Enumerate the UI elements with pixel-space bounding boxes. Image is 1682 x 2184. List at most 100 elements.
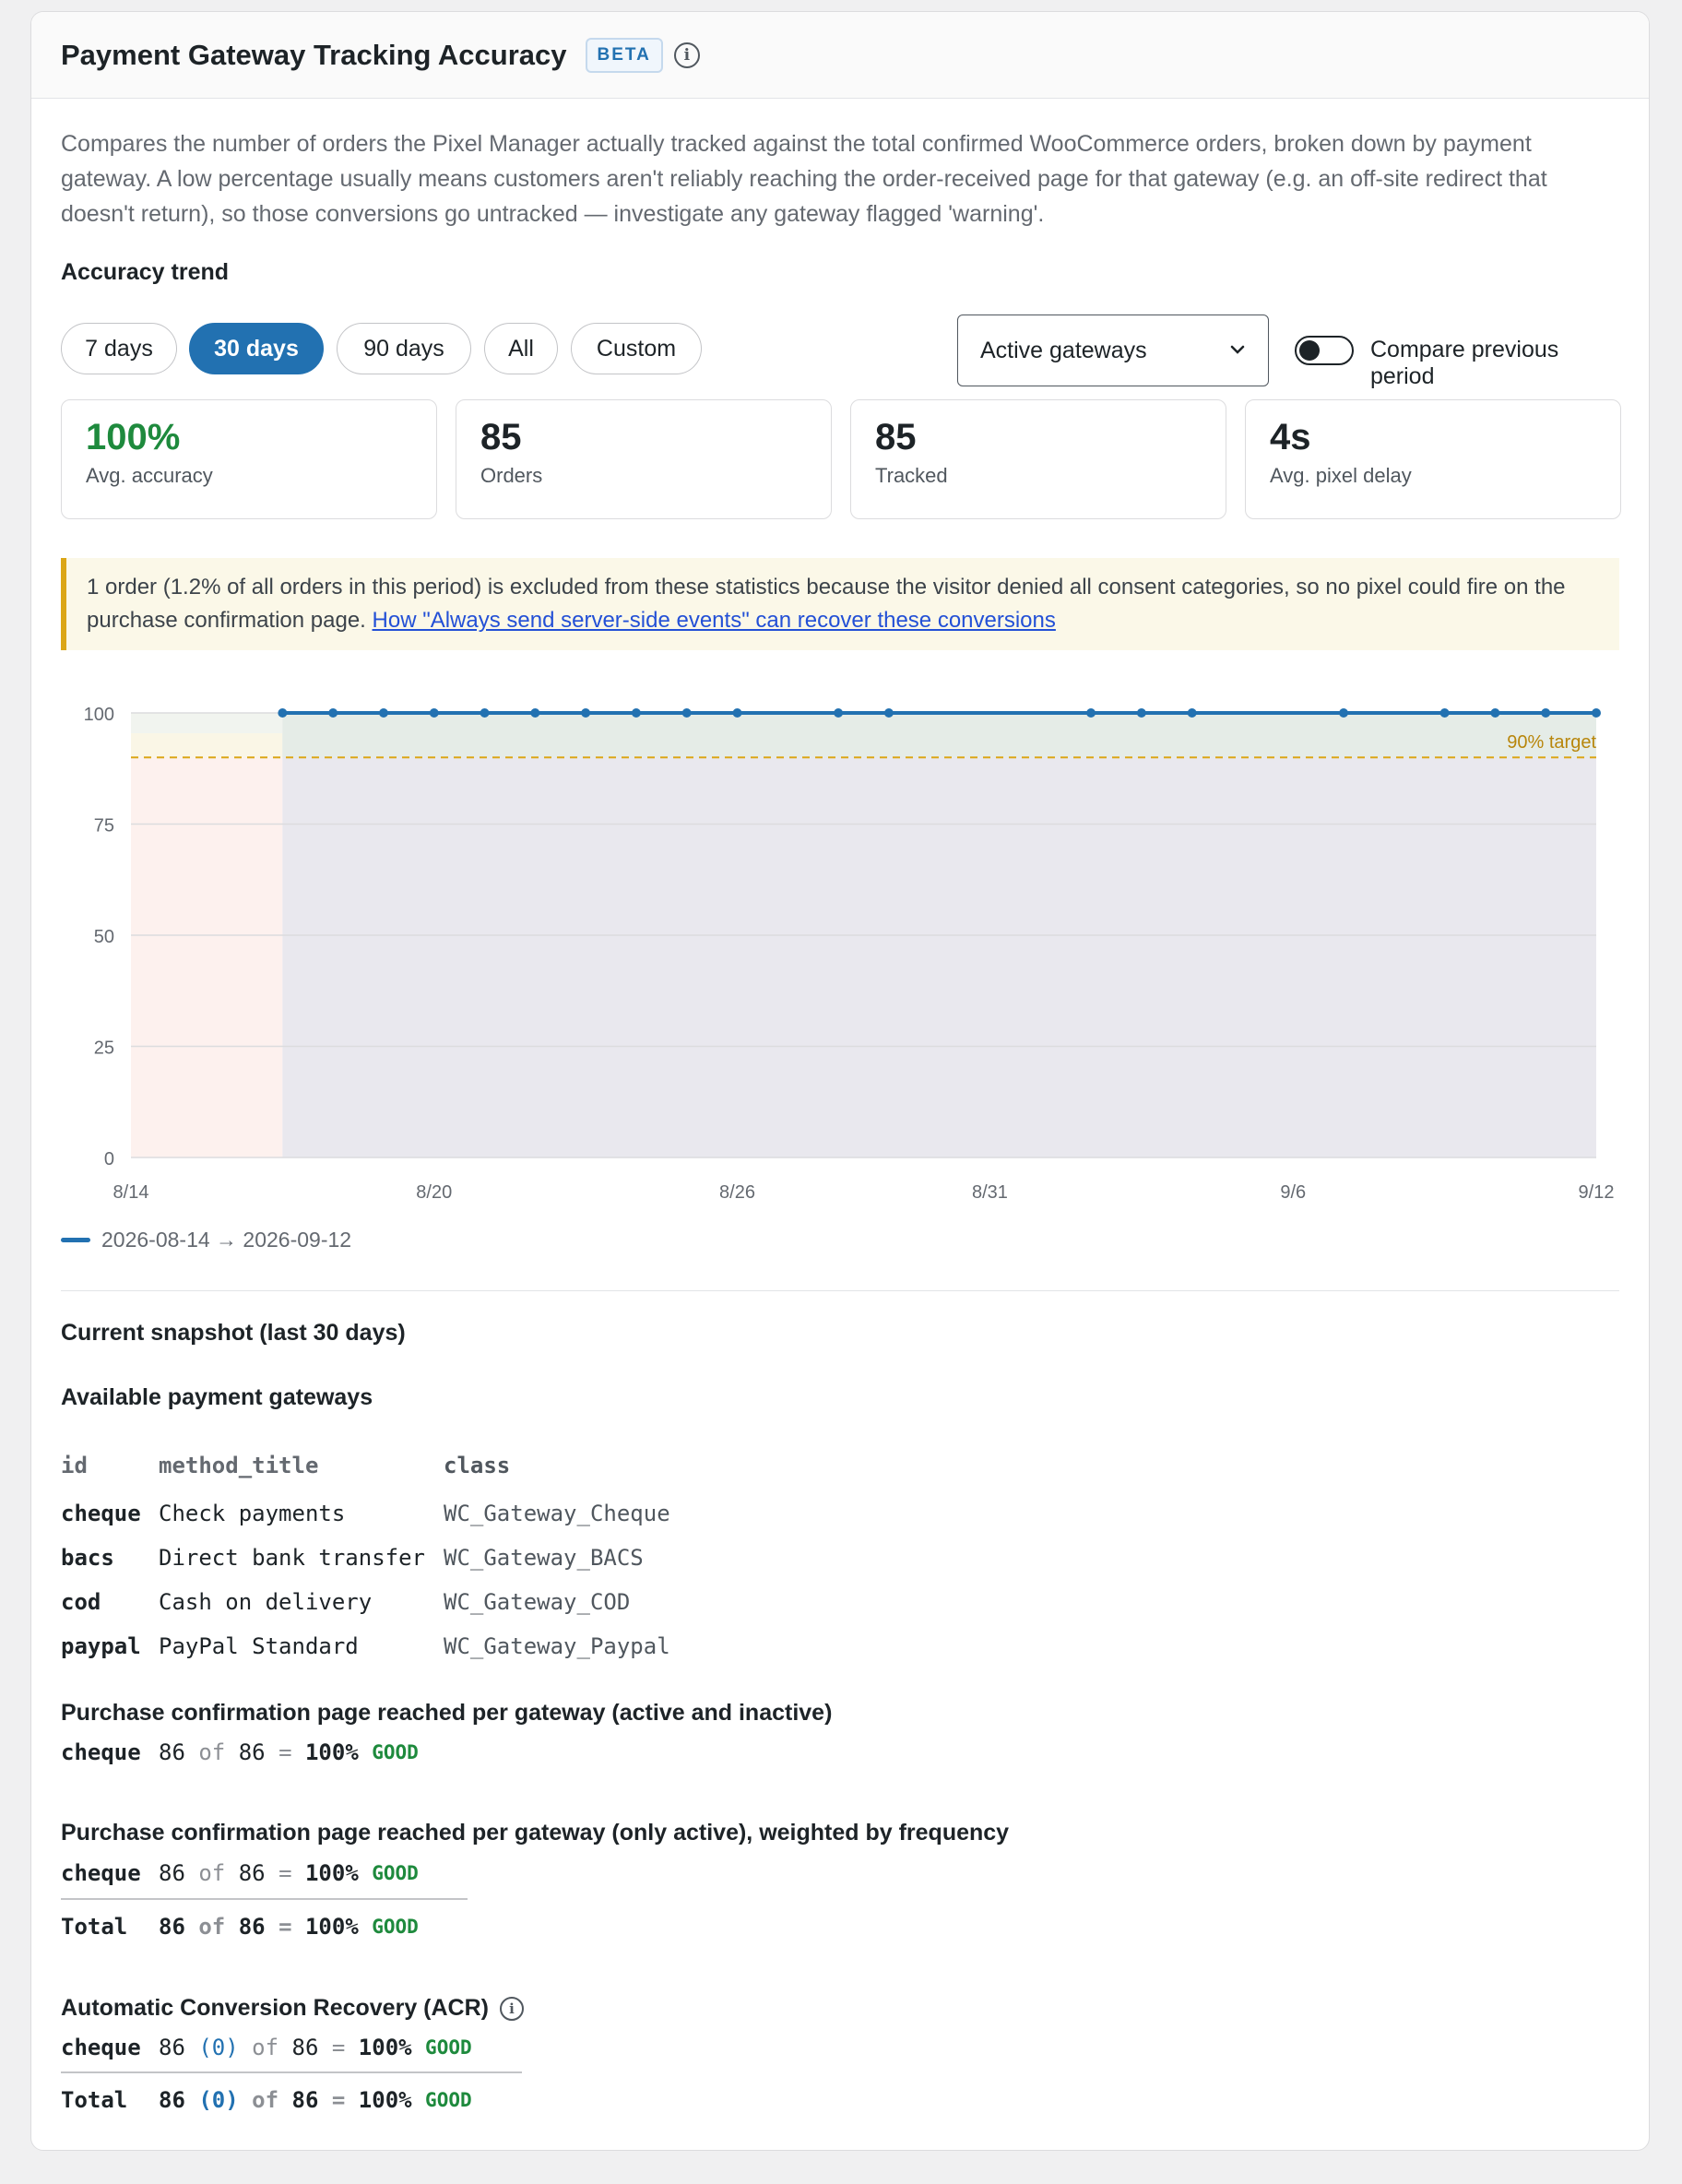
ratio-row: cheque 86 of 86 = 100% GOOD bbox=[61, 1855, 419, 1892]
ratio-pct: 100% bbox=[304, 1914, 359, 1940]
ratio-total-row: Total 86 of 86 = 100% GOOD bbox=[61, 1908, 419, 1945]
gateway-title: Check payments bbox=[159, 1501, 346, 1526]
ratio-num: 86 bbox=[159, 1739, 185, 1765]
gateways-table: id method_title class cheque Check payme… bbox=[61, 1440, 670, 1668]
y-tick-label: 50 bbox=[94, 927, 114, 947]
ratio-num: 86 bbox=[159, 2035, 185, 2060]
range-7-days-button[interactable]: 7 days bbox=[61, 323, 177, 374]
data-point bbox=[429, 708, 439, 718]
acr-heading-row: Automatic Conversion Recovery (ACR) i bbox=[61, 1995, 524, 2022]
data-point bbox=[631, 708, 641, 718]
stat-avg-accuracy: 100% Avg. accuracy bbox=[61, 399, 437, 519]
gateway-title: PayPal Standard bbox=[159, 1633, 359, 1659]
data-point bbox=[1339, 708, 1349, 718]
ratio-of: of bbox=[198, 1860, 226, 1886]
data-point bbox=[480, 708, 490, 718]
col-id: id bbox=[61, 1453, 88, 1478]
all-gateways-heading: Purchase confirmation page reached per g… bbox=[61, 1700, 833, 1726]
server-side-events-link[interactable]: How "Always send server-side events" can… bbox=[373, 608, 1056, 633]
gateway-select-value: Active gateways bbox=[980, 337, 1147, 363]
info-icon[interactable]: i bbox=[499, 1996, 524, 2021]
ratio-of: of bbox=[198, 1914, 226, 1940]
status-badge: GOOD bbox=[372, 1916, 419, 1938]
ratio-id: cheque bbox=[61, 1739, 141, 1765]
gateways-heading: Available payment gateways bbox=[61, 1384, 373, 1410]
stats-row: 100% Avg. accuracy 85 Orders 85 Tracked … bbox=[61, 399, 1621, 519]
y-tick-label: 25 bbox=[94, 1039, 114, 1059]
no-data-warn-band bbox=[131, 733, 283, 758]
ratio-recovered: (0) bbox=[198, 2035, 239, 2060]
data-point bbox=[1541, 708, 1551, 718]
data-point bbox=[1439, 708, 1450, 718]
gateway-class: WC_Gateway_BACS bbox=[444, 1545, 644, 1571]
data-point bbox=[1592, 708, 1601, 718]
x-tick-label: 9/12 bbox=[1579, 1182, 1615, 1203]
status-badge: GOOD bbox=[425, 2036, 472, 2059]
col-class: class bbox=[444, 1453, 511, 1478]
data-point bbox=[1086, 708, 1096, 718]
chevron-down-icon bbox=[1230, 345, 1245, 354]
gateway-id: bacs bbox=[61, 1545, 114, 1571]
ratio-of: of bbox=[252, 2035, 279, 2060]
ratio-eq: = bbox=[278, 1860, 292, 1886]
gateway-title: Cash on delivery bbox=[159, 1589, 373, 1615]
chart-legend: 2026-08-14 → 2026-09-12 bbox=[61, 1228, 351, 1252]
stat-tracked: 85 Tracked bbox=[850, 399, 1226, 519]
beta-badge: BETA bbox=[585, 37, 663, 73]
divider bbox=[61, 1290, 1619, 1291]
range-custom-button[interactable]: Custom bbox=[571, 323, 702, 374]
status-badge: GOOD bbox=[425, 2089, 472, 2111]
ratio-den: 86 bbox=[238, 1739, 266, 1765]
y-tick-label: 100 bbox=[84, 705, 114, 725]
compare-label: Compare previous period bbox=[1370, 337, 1559, 389]
status-badge: GOOD bbox=[372, 1741, 419, 1763]
stat-label: Avg. pixel delay bbox=[1270, 464, 1412, 487]
stat-label: Orders bbox=[480, 464, 543, 487]
data-point bbox=[530, 708, 540, 718]
range-90-days-button[interactable]: 90 days bbox=[337, 323, 471, 374]
ratio-recovered: (0) bbox=[198, 2087, 239, 2113]
compare-toggle[interactable] bbox=[1295, 336, 1354, 365]
ratio-total-row: Total 86 (0) of 86 = 100% GOOD bbox=[61, 2082, 472, 2119]
data-point bbox=[1136, 708, 1146, 718]
consent-notice: 1 order (1.2% of all orders in this peri… bbox=[61, 558, 1619, 650]
x-tick-label: 8/26 bbox=[719, 1182, 755, 1203]
ratio-row: cheque 86 of 86 = 100% GOOD bbox=[61, 1734, 419, 1771]
trend-controls: 7 days 30 days 90 days All Custom Active… bbox=[61, 312, 1619, 389]
gateway-select[interactable]: Active gateways bbox=[957, 315, 1269, 386]
target-band bbox=[282, 713, 1597, 758]
gateway-id: cod bbox=[61, 1589, 101, 1615]
stat-value: 4s bbox=[1270, 417, 1311, 457]
range-30-days-button[interactable]: 30 days bbox=[189, 323, 324, 374]
table-header: id method_title class bbox=[61, 1440, 670, 1491]
stat-value: 100% bbox=[86, 417, 181, 457]
active-gateways-heading: Purchase confirmation page reached per g… bbox=[61, 1820, 1010, 1846]
y-tick-label: 0 bbox=[104, 1149, 114, 1169]
page-title: Payment Gateway Tracking Accuracy bbox=[61, 38, 567, 71]
ratio-id: Total bbox=[61, 2087, 128, 2113]
ratio-pct: 100% bbox=[304, 1739, 359, 1765]
ratio-num: 86 bbox=[159, 2087, 185, 2113]
table-row: cheque Check payments WC_Gateway_Cheque bbox=[61, 1491, 670, 1536]
ratio-eq: = bbox=[331, 2035, 346, 2060]
data-point bbox=[1187, 708, 1197, 718]
tracking-accuracy-card: Payment Gateway Tracking Accuracy BETA i… bbox=[30, 11, 1650, 2151]
x-tick-label: 8/20 bbox=[416, 1182, 452, 1203]
gateway-id: paypal bbox=[61, 1633, 141, 1659]
data-point bbox=[278, 708, 288, 718]
target-label: 90% target bbox=[1507, 732, 1596, 753]
ratio-den: 86 bbox=[291, 2035, 319, 2060]
stat-label: Avg. accuracy bbox=[86, 464, 213, 487]
range-all-button[interactable]: All bbox=[484, 323, 558, 374]
data-point bbox=[378, 708, 388, 718]
data-point bbox=[681, 708, 692, 718]
data-point bbox=[328, 708, 338, 718]
table-row: cod Cash on delivery WC_Gateway_COD bbox=[61, 1580, 670, 1624]
info-icon[interactable]: i bbox=[673, 42, 700, 68]
gateway-class: WC_Gateway_Paypal bbox=[444, 1633, 670, 1659]
stat-avg-pixel-delay: 4s Avg. pixel delay bbox=[1245, 399, 1621, 519]
data-point bbox=[581, 708, 591, 718]
stat-label: Tracked bbox=[875, 464, 948, 487]
ratio-den: 86 bbox=[238, 1914, 266, 1940]
ratio-eq: = bbox=[278, 1739, 292, 1765]
